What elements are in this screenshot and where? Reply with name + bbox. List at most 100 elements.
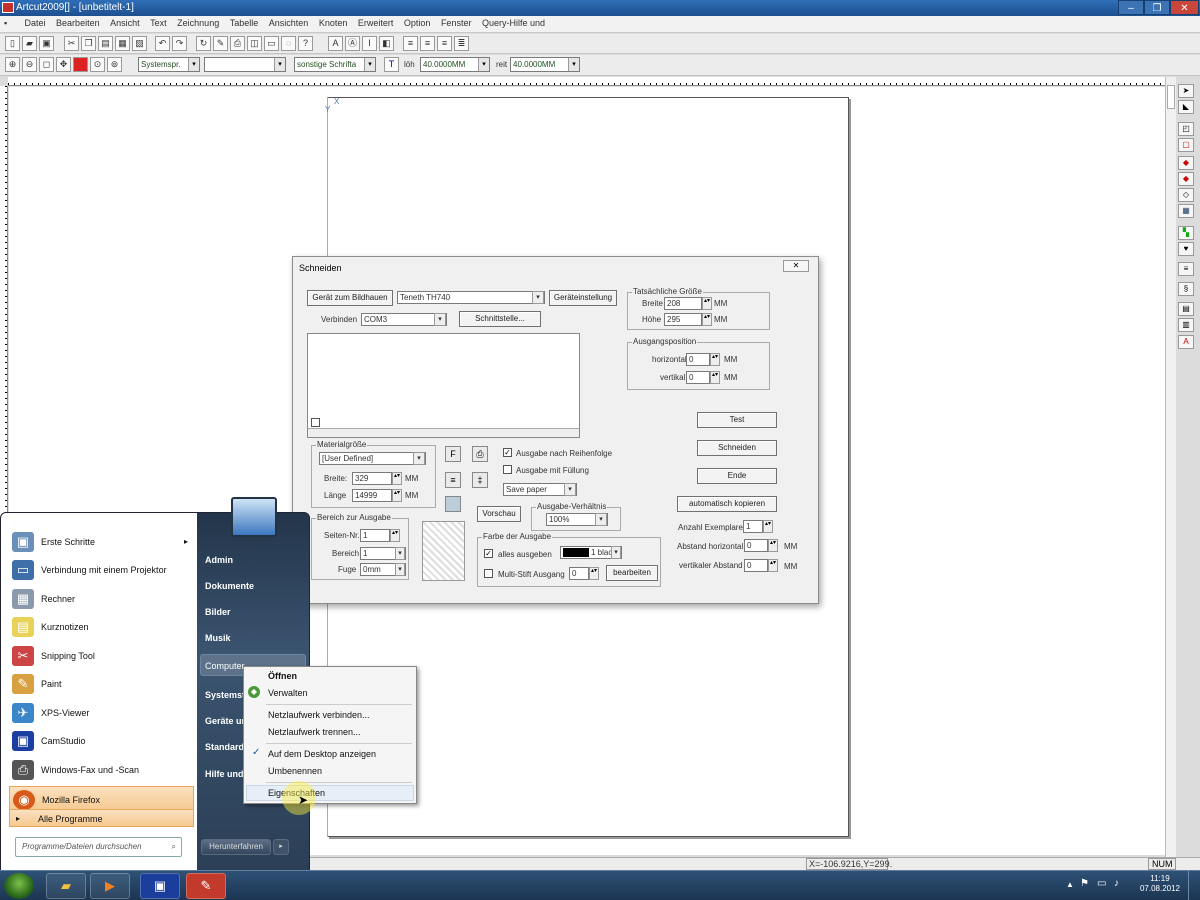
menu-tabelle[interactable]: Tabelle bbox=[226, 16, 263, 30]
output-order-checkbox[interactable]: ✓ bbox=[503, 448, 512, 457]
align-right-icon[interactable]: ≡ bbox=[437, 36, 452, 51]
test-button[interactable]: Test bbox=[697, 412, 777, 428]
start-right-standardprogramme[interactable]: Standard bbox=[205, 742, 244, 752]
page-tool-icon[interactable]: § bbox=[1178, 282, 1194, 296]
layers-tool-icon[interactable]: ▤ bbox=[1178, 302, 1194, 316]
start-item-projektor[interactable]: ▭ Verbindung mit einem Projektor bbox=[9, 557, 194, 583]
zoom-fit-icon[interactable]: ⊙ bbox=[90, 57, 105, 72]
start-right-systemsteuerung[interactable]: Systemst bbox=[205, 690, 245, 700]
interface-button[interactable]: Schnittstelle... bbox=[459, 311, 541, 327]
network-icon[interactable]: ▭ bbox=[1097, 878, 1106, 889]
menu-bearbeiten[interactable]: Bearbeiten bbox=[52, 16, 104, 30]
start-right-admin[interactable]: Admin bbox=[205, 555, 233, 565]
menu-text[interactable]: Text bbox=[146, 16, 171, 30]
align-center-icon[interactable]: ≡ bbox=[420, 36, 435, 51]
edit-button[interactable]: bearbeiten bbox=[606, 565, 658, 581]
material-length-field[interactable]: 14999 bbox=[352, 489, 392, 502]
spinner-icon[interactable]: ▴▾ bbox=[763, 520, 773, 533]
actual-width-field[interactable]: 208 bbox=[664, 297, 702, 310]
start-right-dokumente[interactable]: Dokumente bbox=[205, 581, 254, 591]
v-distance-field[interactable]: 0 bbox=[744, 559, 768, 572]
menu-ansichten[interactable]: Ansichten bbox=[265, 16, 313, 30]
cut-icon[interactable]: ✂ bbox=[64, 36, 79, 51]
vertical-scrollbar[interactable] bbox=[1165, 77, 1176, 857]
start-item-paint[interactable]: ✎ Paint bbox=[9, 671, 194, 697]
preview-checkbox[interactable] bbox=[311, 418, 320, 427]
menu-option[interactable]: Option bbox=[400, 16, 435, 30]
start-orb-icon[interactable] bbox=[4, 873, 34, 899]
frame-icon[interactable]: ◻ bbox=[39, 57, 54, 72]
save-paper-select[interactable]: Save paper ▾ bbox=[503, 483, 577, 496]
menu-zeichnung[interactable]: Zeichnung bbox=[173, 16, 223, 30]
justify-icon[interactable]: ≣ bbox=[454, 36, 469, 51]
end-button[interactable]: Ende bbox=[697, 468, 777, 484]
spinner-icon[interactable]: ▴▾ bbox=[702, 313, 712, 326]
all-programs-button[interactable]: ▸ Alle Programme bbox=[9, 809, 194, 827]
color-box-icon[interactable] bbox=[445, 496, 461, 512]
table-tool-icon[interactable]: ▦ bbox=[1178, 204, 1194, 218]
camstudio-taskbar-icon[interactable]: ▣ bbox=[140, 873, 180, 899]
start-item-xps-viewer[interactable]: ✈ XPS-Viewer bbox=[9, 700, 194, 726]
color-tool-icon[interactable]: ▚ bbox=[1178, 226, 1194, 240]
save-icon[interactable]: ▣ bbox=[39, 36, 54, 51]
text-box-icon[interactable]: Ⓐ bbox=[345, 36, 360, 51]
mirror-icon[interactable]: F bbox=[445, 446, 461, 462]
zoom-in-icon[interactable]: ⊕ bbox=[5, 57, 20, 72]
minimize-button[interactable]: – bbox=[1118, 0, 1144, 15]
ctx-open[interactable]: Öffnen bbox=[268, 671, 297, 681]
device-select[interactable]: Teneth TH740 ▾ bbox=[397, 291, 545, 304]
height-input[interactable]: 40.0000MM ▾ bbox=[420, 57, 490, 72]
menu-ansicht[interactable]: Ansicht bbox=[106, 16, 144, 30]
start-right-bilder[interactable]: Bilder bbox=[205, 607, 231, 617]
clipboard-icon[interactable]: ▧ bbox=[132, 36, 147, 51]
start-right-geraete[interactable]: Geräte ur bbox=[205, 716, 245, 726]
node-tool-icon[interactable]: ◰ bbox=[1178, 122, 1194, 136]
auto-copy-button[interactable]: automatisch kopieren bbox=[677, 496, 777, 512]
output-all-checkbox[interactable]: ✓ bbox=[484, 549, 493, 558]
rotate-icon[interactable]: ↻ bbox=[196, 36, 211, 51]
multi-pen-field[interactable]: 0 bbox=[569, 567, 589, 580]
ctx-show-on-desktop[interactable]: Auf dem Desktop anzeigen bbox=[268, 749, 376, 759]
joint-select[interactable]: 0mm ▾ bbox=[360, 563, 406, 576]
font-system-select[interactable]: Systemspr. ▾ bbox=[138, 57, 200, 72]
shutdown-button[interactable]: Herunterfahren bbox=[201, 839, 271, 855]
stop-icon[interactable] bbox=[73, 57, 88, 72]
device-settings-button[interactable]: Geräteinstellung bbox=[549, 290, 617, 306]
preview-hscrollbar[interactable] bbox=[308, 428, 579, 437]
outline-tool-icon[interactable]: ◆ bbox=[1178, 172, 1194, 186]
undo-icon[interactable]: ↶ bbox=[155, 36, 170, 51]
new-file-icon[interactable]: ▯ bbox=[5, 36, 20, 51]
help-icon[interactable]: ? bbox=[298, 36, 313, 51]
material-preset-select[interactable]: [User Defined] ▾ bbox=[319, 452, 426, 465]
horizontal-field[interactable]: 0 bbox=[686, 353, 710, 366]
actual-height-field[interactable]: 295 bbox=[664, 313, 702, 326]
spinner-icon[interactable]: ▴▾ bbox=[768, 539, 778, 552]
preview-button[interactable]: Vorschau bbox=[477, 506, 521, 522]
font-type-select[interactable]: sonstige Schrifta ▾ bbox=[294, 57, 376, 72]
start-right-musik[interactable]: Musik bbox=[205, 633, 231, 643]
start-item-fax-scan[interactable]: ⎙ Windows-Fax und -Scan bbox=[9, 757, 194, 783]
open-folder-icon[interactable]: ▰ bbox=[22, 36, 37, 51]
device-button[interactable]: Gerät zum Bildhauen bbox=[307, 290, 393, 306]
menu-datei[interactable]: Datei bbox=[21, 16, 50, 30]
cut-button[interactable]: Schneiden bbox=[697, 440, 777, 456]
output-ratio-select[interactable]: 100% ▾ bbox=[546, 513, 608, 526]
spinner-icon[interactable]: ▴▾ bbox=[710, 353, 720, 366]
spinner-icon[interactable]: ▴▾ bbox=[768, 559, 778, 572]
page-number-field[interactable]: 1 bbox=[360, 529, 390, 542]
start-item-camstudio[interactable]: ▣ CamStudio bbox=[9, 728, 194, 754]
transform-tool-icon[interactable]: ◇ bbox=[1178, 188, 1194, 202]
grid-icon[interactable]: ▦ bbox=[115, 36, 130, 51]
pointer-icon[interactable]: ➤ bbox=[1178, 84, 1194, 98]
h-distance-field[interactable]: 0 bbox=[744, 539, 768, 552]
explorer-taskbar-icon[interactable]: ▰ bbox=[46, 873, 86, 899]
show-desktop-button[interactable] bbox=[1188, 871, 1200, 900]
spinner-icon[interactable]: ▴▾ bbox=[702, 297, 712, 310]
text-style-icon[interactable]: A bbox=[1178, 335, 1194, 349]
start-right-computer[interactable]: Computer bbox=[205, 661, 245, 671]
arrange-tool-icon[interactable]: ▥ bbox=[1178, 318, 1194, 332]
range-select[interactable]: 1 ▾ bbox=[360, 547, 406, 560]
document-icon[interactable]: ▪ bbox=[0, 16, 18, 30]
flag-icon[interactable]: ⚑ bbox=[1080, 878, 1089, 889]
copy-icon[interactable]: ❐ bbox=[81, 36, 96, 51]
